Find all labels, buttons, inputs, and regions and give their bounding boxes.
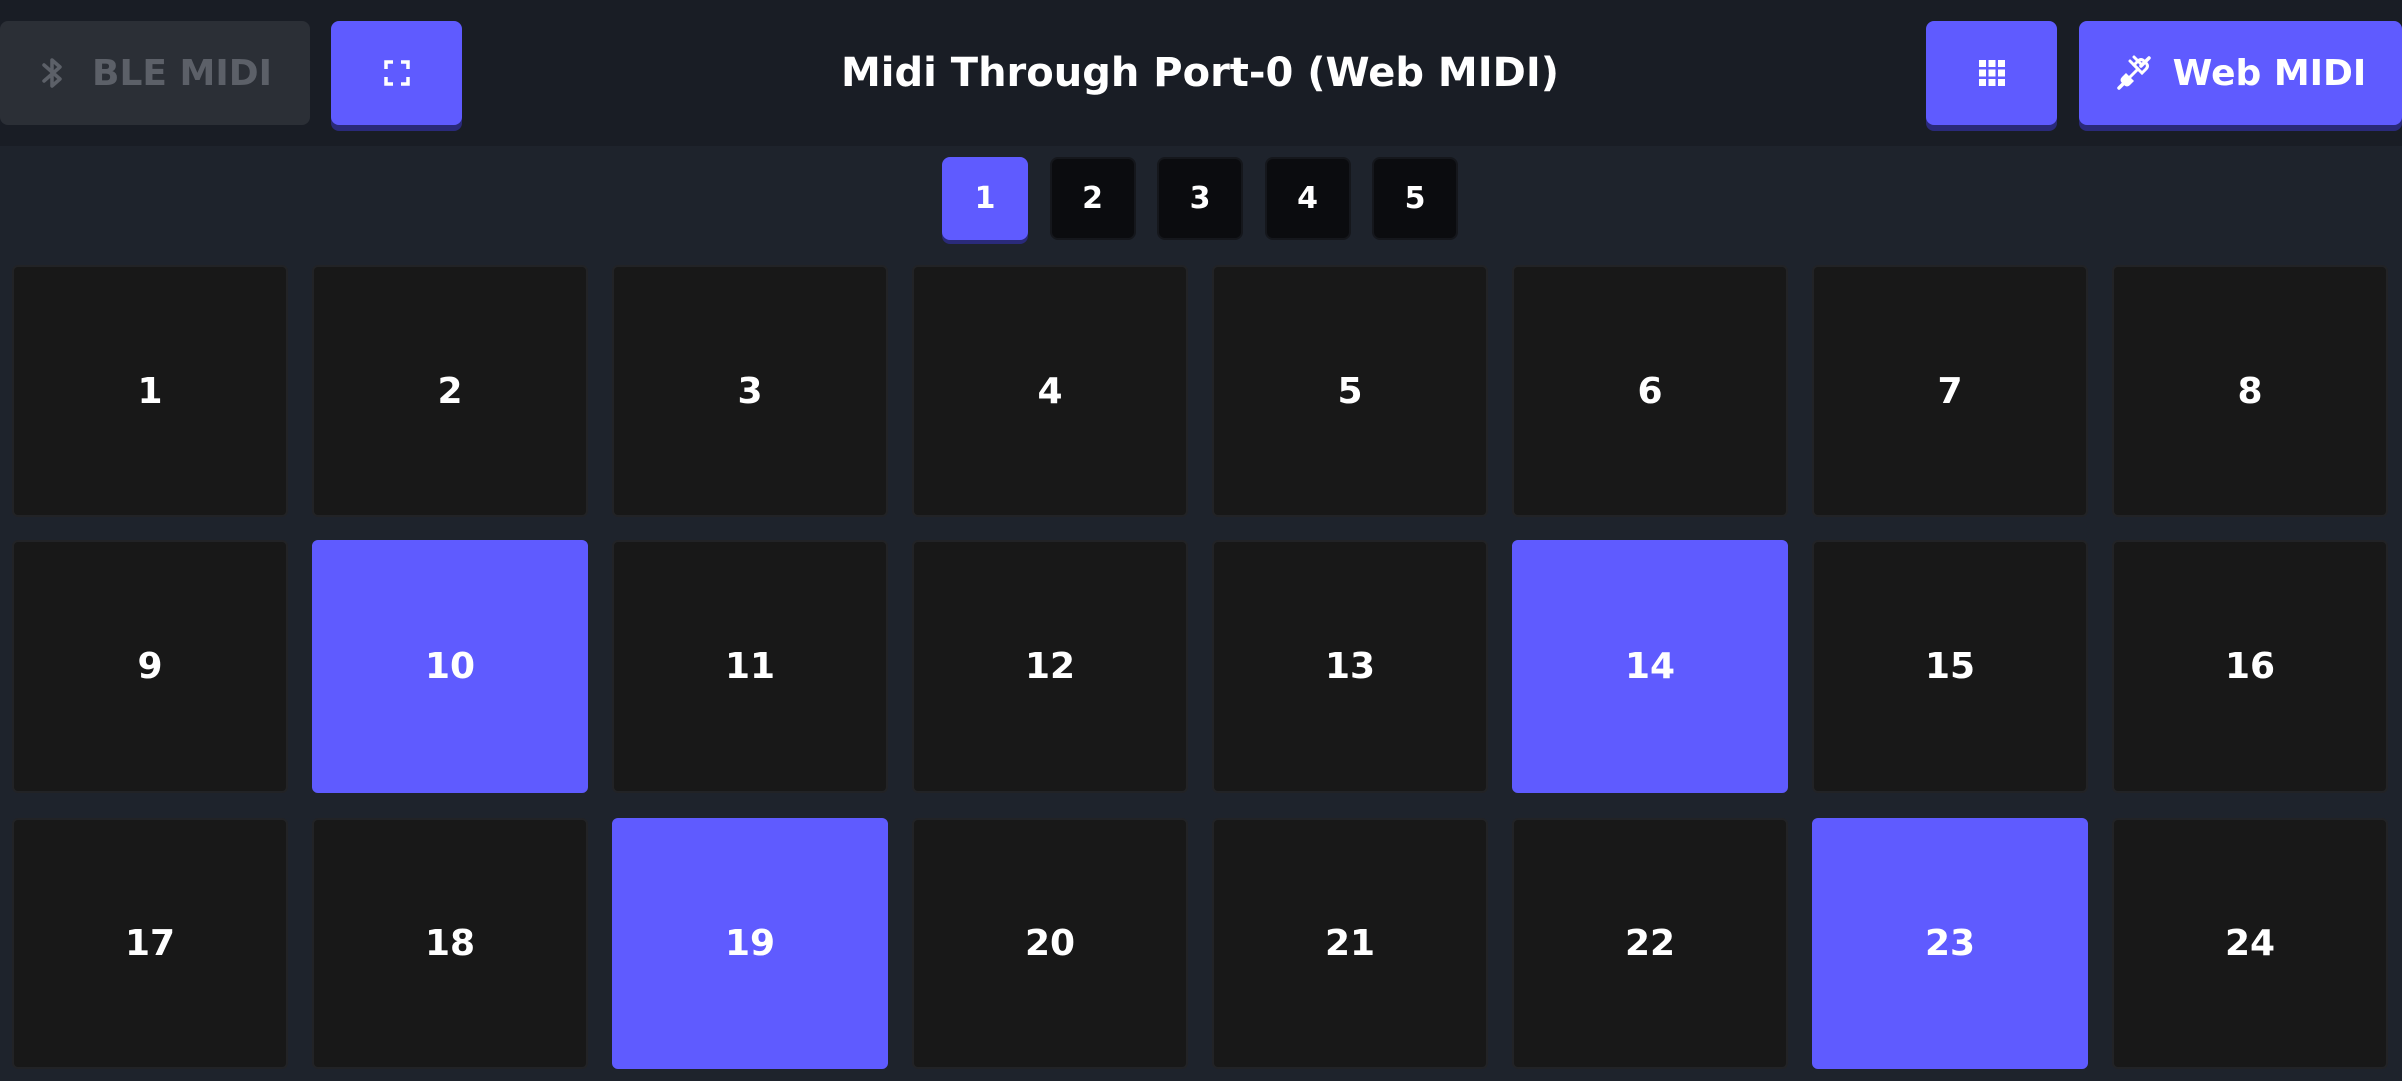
pad-2[interactable]: 2 (312, 265, 588, 517)
midi-controller-app: BLE MIDI Midi Through Port-0 (Web MIDI) (0, 0, 2402, 1081)
pad-18[interactable]: 18 (312, 818, 588, 1069)
pad-label: 16 (2224, 646, 2276, 687)
plug-icon (2115, 54, 2153, 92)
pad-label: 13 (1324, 646, 1376, 687)
pad-label: 11 (724, 646, 776, 687)
pad-label: 8 (2237, 370, 2263, 412)
pad-19[interactable]: 19 (612, 818, 888, 1069)
pad-label: 2 (437, 370, 463, 412)
pad-label: 12 (1024, 646, 1076, 687)
pad-13[interactable]: 13 (1212, 540, 1488, 793)
ble-midi-label: BLE MIDI (92, 52, 272, 94)
pad-label: 21 (1324, 923, 1376, 964)
pad-11[interactable]: 11 (612, 540, 888, 793)
web-midi-label: Web MIDI (2172, 52, 2367, 94)
pad-23[interactable]: 23 (1812, 818, 2088, 1069)
grid-view-button[interactable] (1926, 21, 2057, 125)
pad-14[interactable]: 14 (1512, 540, 1788, 793)
pad-label: 19 (724, 923, 776, 964)
pad-5[interactable]: 5 (1212, 265, 1488, 517)
pad-17[interactable]: 17 (12, 818, 288, 1069)
page-title: Midi Through Port-0 (Web MIDI) (841, 50, 1559, 96)
pad-9[interactable]: 9 (12, 540, 288, 793)
page-button-1[interactable]: 1 (942, 157, 1028, 240)
bluetooth-icon (38, 55, 68, 91)
web-midi-button[interactable]: Web MIDI (2079, 21, 2402, 125)
pad-21[interactable]: 21 (1212, 818, 1488, 1069)
pad-12[interactable]: 12 (912, 540, 1188, 793)
pad-label: 9 (137, 646, 163, 687)
pad-label: 1 (137, 370, 163, 412)
pad-10[interactable]: 10 (312, 540, 588, 793)
pad-label: 17 (124, 923, 176, 964)
pad-16[interactable]: 16 (2112, 540, 2388, 793)
pad-label: 6 (1637, 370, 1663, 412)
fullscreen-icon (382, 58, 412, 88)
pad-20[interactable]: 20 (912, 818, 1188, 1069)
grid-icon (1977, 58, 2007, 88)
pad-label: 24 (2224, 923, 2276, 964)
pad-24[interactable]: 24 (2112, 818, 2388, 1069)
pad-label: 18 (424, 923, 476, 964)
pad-label: 7 (1937, 370, 1963, 412)
pad-7[interactable]: 7 (1812, 265, 2088, 517)
pad-1[interactable]: 1 (12, 265, 288, 517)
pad-label: 15 (1924, 646, 1976, 687)
pad-4[interactable]: 4 (912, 265, 1188, 517)
pad-label: 22 (1624, 923, 1676, 964)
pad-label: 14 (1624, 646, 1676, 687)
ble-midi-button[interactable]: BLE MIDI (0, 21, 310, 125)
pad-3[interactable]: 3 (612, 265, 888, 517)
pad-6[interactable]: 6 (1512, 265, 1788, 517)
pad-label: 10 (424, 646, 476, 687)
page-button-4[interactable]: 4 (1264, 157, 1351, 240)
pad-22[interactable]: 22 (1512, 818, 1788, 1069)
header-bar: BLE MIDI Midi Through Port-0 (Web MIDI) (0, 0, 2402, 146)
pad-8[interactable]: 8 (2112, 265, 2388, 517)
pad-label: 23 (1924, 923, 1976, 964)
page-button-3[interactable]: 3 (1157, 157, 1243, 240)
pad-15[interactable]: 15 (1812, 540, 2088, 793)
page-button-2[interactable]: 2 (1049, 157, 1136, 240)
page-button-5[interactable]: 5 (1372, 157, 1458, 240)
fullscreen-button[interactable] (331, 21, 462, 125)
pad-label: 4 (1037, 370, 1063, 412)
pad-label: 20 (1024, 923, 1076, 964)
pad-label: 3 (737, 370, 763, 412)
pad-label: 5 (1337, 370, 1363, 412)
